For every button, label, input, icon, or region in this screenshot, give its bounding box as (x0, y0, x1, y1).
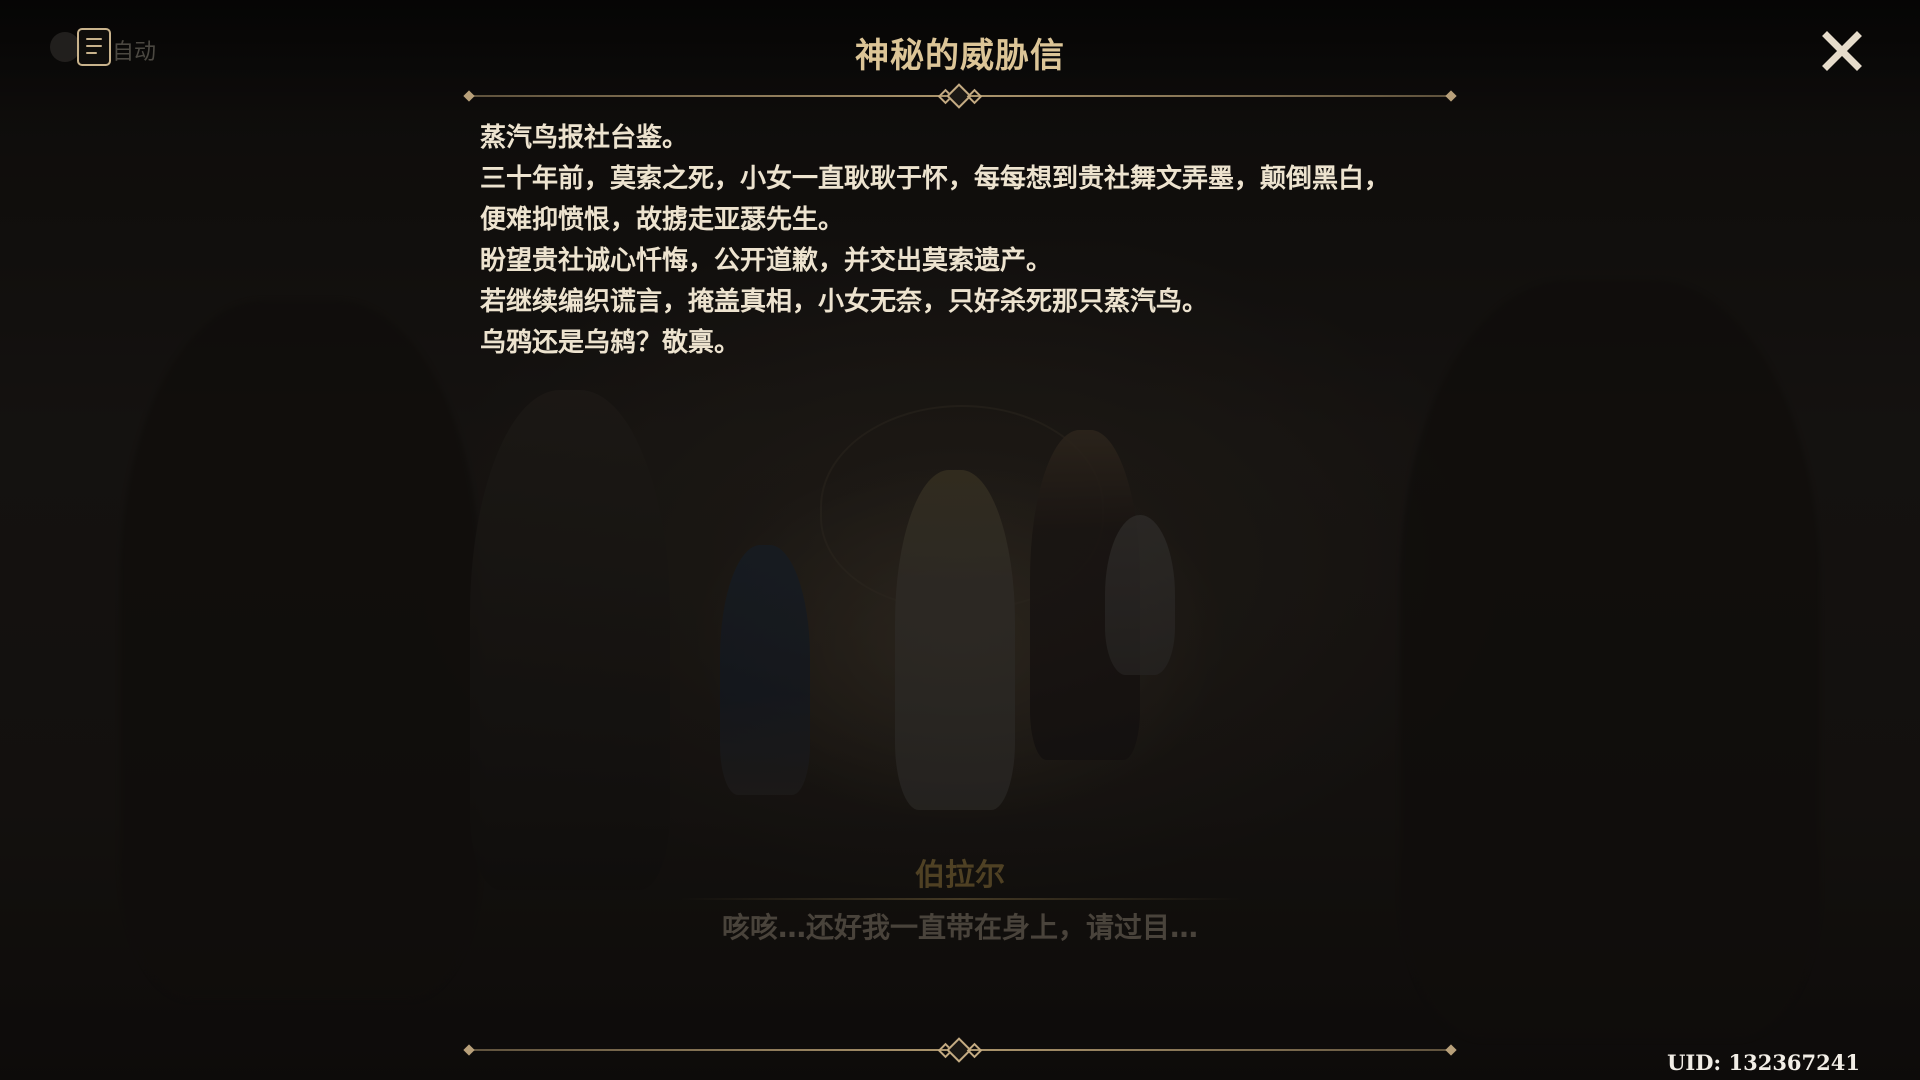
letter-line: 三十年前，莫索之死，小女一直耿耿于怀，每每想到贵社舞文弄墨，颠倒黑白， (480, 164, 1391, 194)
speaker-divider (680, 898, 1240, 900)
uid-label: UID: 132367241 (1667, 1050, 1860, 1075)
close-button[interactable] (1810, 22, 1874, 80)
letter-line: 乌鸦还是乌鸫？敬禀。 (480, 328, 741, 358)
letter-line: 蒸汽鸟报社台鉴。 (480, 123, 689, 153)
letter-body: 蒸汽鸟报社台鉴。 三十年前，莫索之死，小女一直耿耿于怀，每每想到贵社舞文弄墨，颠… (480, 118, 1480, 364)
dialogue-text[interactable]: 咳咳…还好我一直带在身上，请过目… (560, 906, 1360, 946)
letter-title: 神秘的威胁信 (855, 36, 1065, 76)
top-divider (463, 83, 1457, 109)
letter-line: 便难抑愤恨，故掳走亚瑟先生。 (480, 205, 845, 235)
dialogue-speaker: 伯拉尔 (915, 858, 1005, 893)
close-icon (1822, 31, 1862, 71)
auto-play-label: 自动 (112, 40, 157, 65)
auto-toggle-knob (50, 32, 80, 62)
letter-line: 若继续编织谎言，掩盖真相，小女无奈，只好杀死那只蒸汽鸟。 (480, 287, 1209, 317)
document-list-icon (77, 28, 111, 66)
letter-line: 盼望贵社诚心忏悔，公开道歉，并交出莫索遗产。 (480, 246, 1053, 276)
bottom-divider (463, 1037, 1457, 1063)
